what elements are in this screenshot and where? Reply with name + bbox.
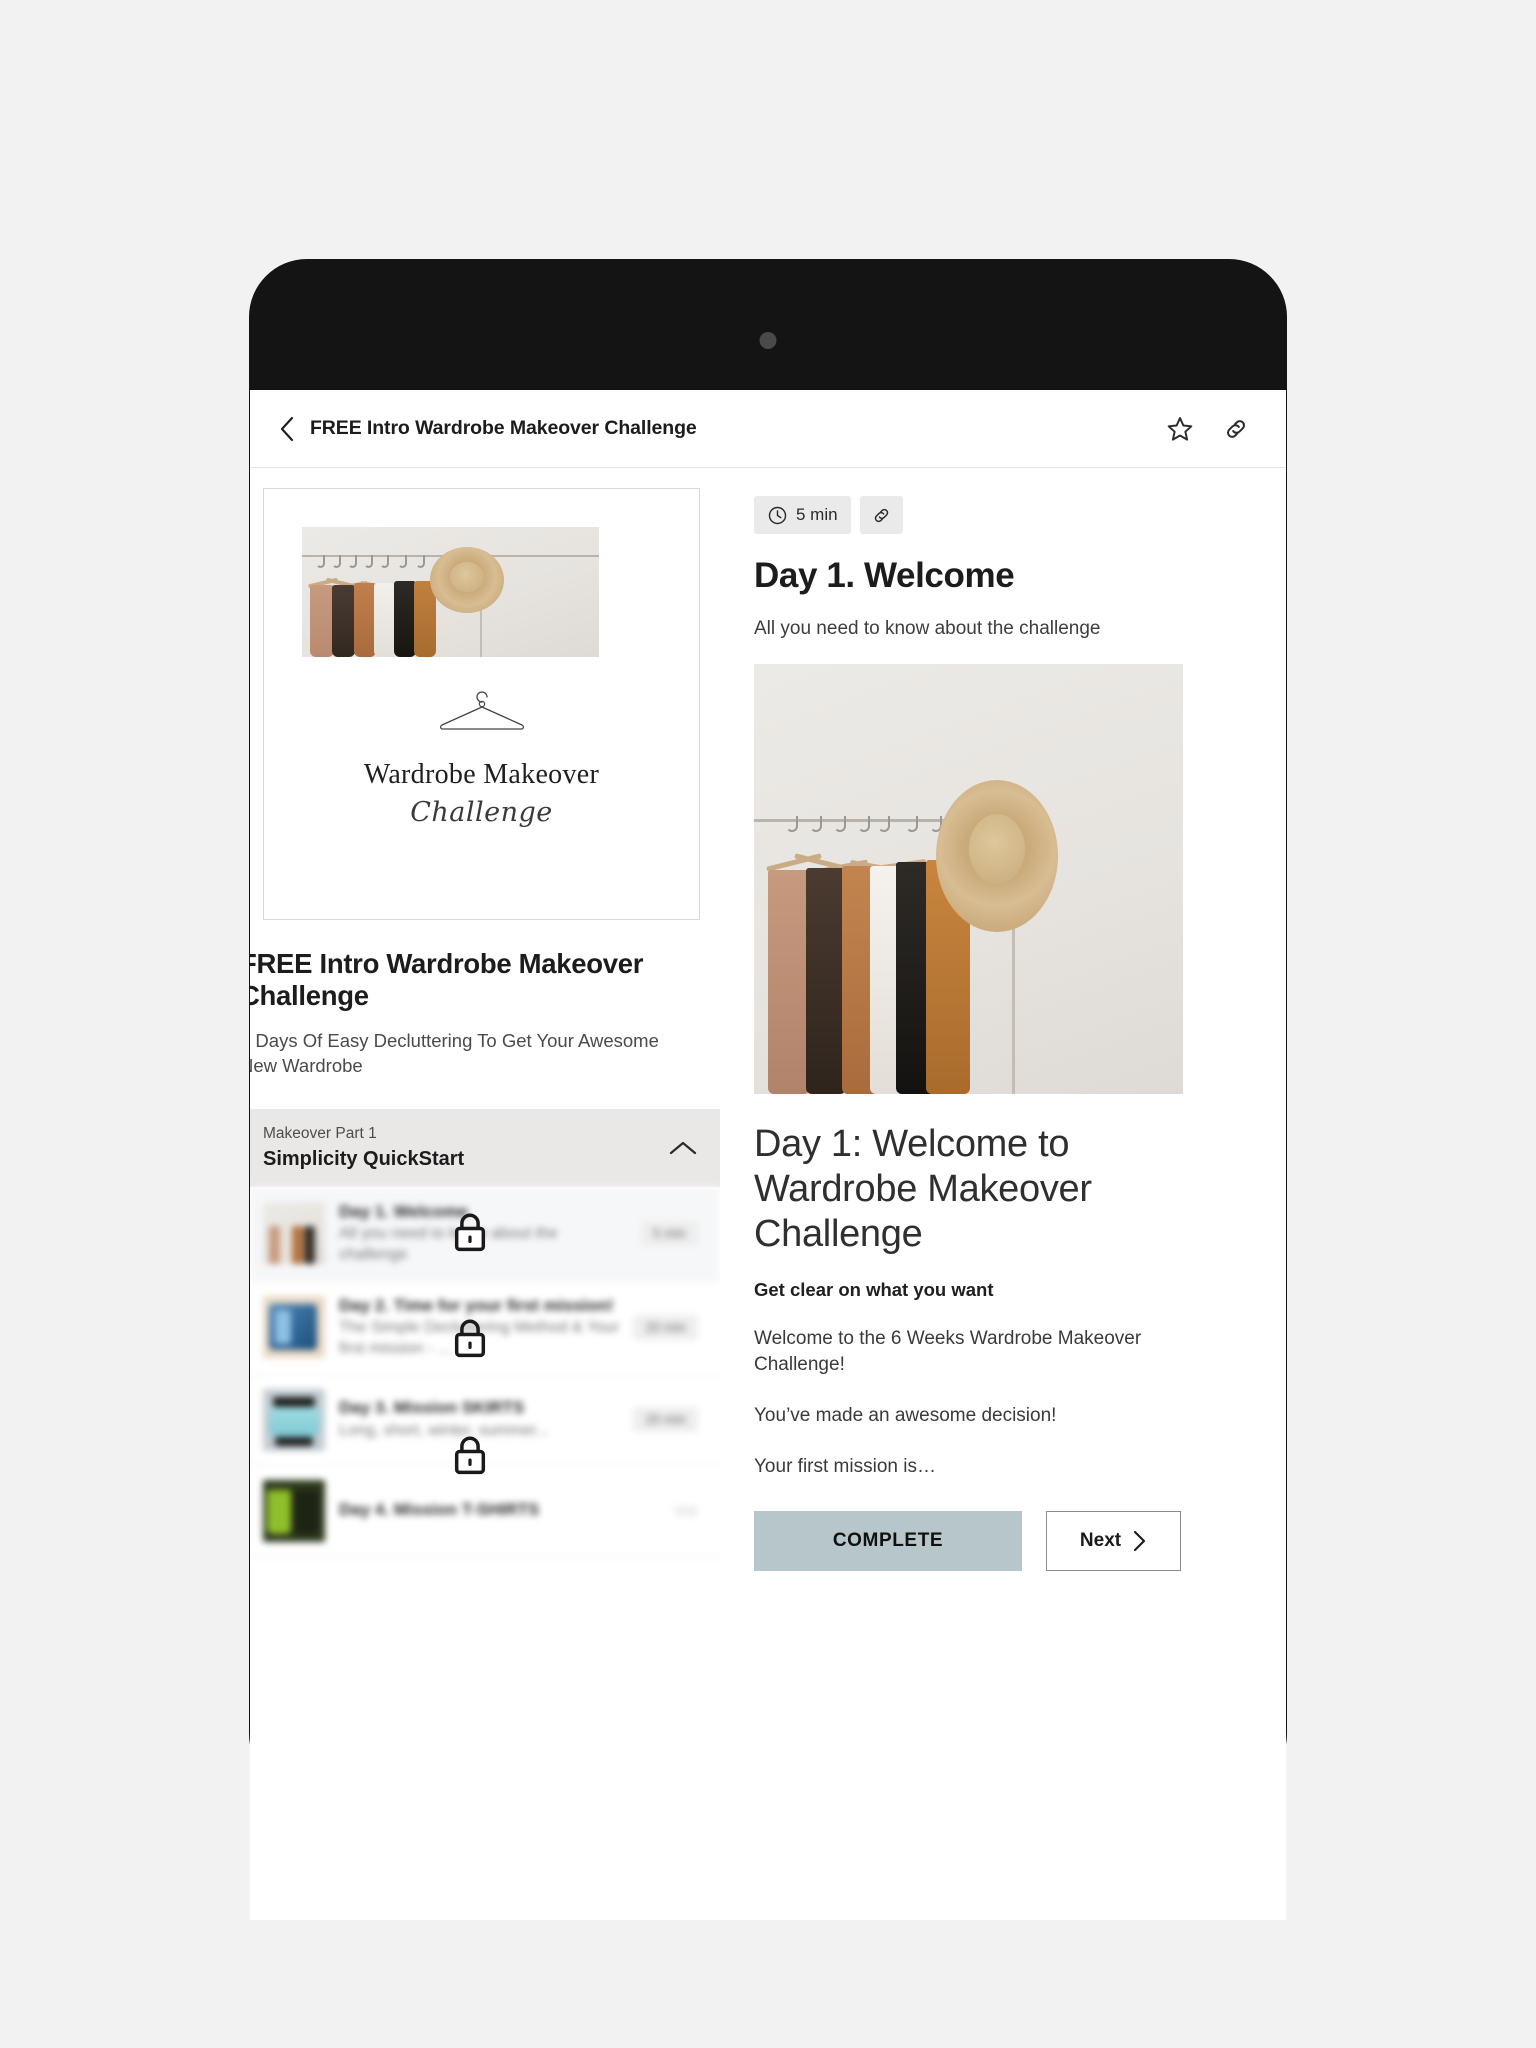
chevron-up-icon[interactable]: [668, 1139, 698, 1157]
lesson-action-row: COMPLETE Next: [754, 1510, 1236, 1571]
back-button[interactable]: [270, 412, 304, 446]
lesson-name: Day 2. Time for your first mission!: [339, 1295, 614, 1315]
tablet-device-frame: FREE Intro Wardrobe Makeover Challenge W…: [249, 259, 1287, 1920]
app-bar-actions: [1163, 412, 1253, 446]
link-icon: [874, 508, 888, 522]
lesson-detail-panel: 5 min Day 1. Welcome All you need to kno…: [720, 468, 1286, 1920]
lesson-description: All you need to know about the challenge: [339, 1225, 558, 1263]
section-name: Simplicity QuickStart: [263, 1147, 465, 1170]
screenshot-root: FREE Intro Wardrobe Makeover Challenge W…: [0, 0, 1536, 2048]
section-kicker: Makeover Part 1: [263, 1125, 377, 1143]
section-header-text: Makeover Part 1 Simplicity QuickStart: [263, 1125, 668, 1171]
lesson-duration-badge: [674, 1505, 698, 1516]
lesson-name: Day 1. Welcome: [339, 1201, 469, 1221]
chevron-right-icon: [1134, 1530, 1146, 1551]
complete-button[interactable]: COMPLETE: [754, 1510, 1022, 1571]
lesson-thumbnail: [263, 1296, 325, 1359]
app-top-bar: FREE Intro Wardrobe Makeover Challenge: [250, 390, 1286, 468]
lesson-text-block: Day 3. Mission SKIRTS Long, short, winte…: [339, 1397, 619, 1441]
next-button-label: Next: [1079, 1529, 1122, 1551]
page-title: FREE Intro Wardrobe Makeover Challenge: [310, 417, 697, 439]
cover-brand-line-2: Challenge: [410, 797, 553, 828]
course-title: FREE Intro Wardrobe Makeover Challenge: [250, 948, 644, 1012]
lesson-row[interactable]: Day 3. Mission SKIRTS Long, short, winte…: [250, 1375, 720, 1466]
tablet-screen: FREE Intro Wardrobe Makeover Challenge W…: [250, 390, 1286, 1920]
duration-chip: 5 min: [754, 496, 851, 534]
clock-icon: [768, 506, 787, 524]
course-subtitle: 6 Days Of Easy Decluttering To Get Your …: [250, 1029, 659, 1076]
lesson-duration-badge: 5 min: [640, 1220, 698, 1246]
lesson-description: The Simple Decluttering Method & Your fi…: [339, 1318, 620, 1357]
lesson-description: Long, short, winter, summer...: [339, 1421, 549, 1439]
next-button[interactable]: Next: [1046, 1510, 1181, 1571]
lesson-text-block: Day 1. Welcome All you need to know abou…: [339, 1201, 627, 1266]
lesson-meta-row: 5 min: [754, 496, 1236, 534]
lesson-text-block: Day 4. Mission T-SHIRTS: [339, 1499, 660, 1522]
duration-chip-label: 5 min: [796, 505, 838, 524]
cover-brand-block: Wardrobe Makeover Challenge: [264, 689, 699, 828]
link-icon: [1226, 419, 1246, 438]
lesson-list[interactable]: Day 1. Welcome All you need to know abou…: [250, 1186, 720, 1557]
lesson-name: Day 3. Mission SKIRTS: [339, 1398, 525, 1418]
cover-brand-line-1: Wardrobe Makeover: [363, 759, 600, 790]
cover-rack-photo: [302, 527, 599, 657]
chevron-left-icon: [280, 416, 294, 441]
lesson-duration-badge: 20 min: [633, 1407, 698, 1432]
front-camera: [759, 332, 777, 349]
star-icon: [1167, 416, 1193, 441]
section-header-simplicity-quickstart[interactable]: Makeover Part 1 Simplicity QuickStart: [250, 1108, 720, 1187]
content-paragraph: You’ve made an awesome decision!: [754, 1405, 1057, 1427]
lesson-thumbnail: [263, 1479, 325, 1542]
lesson-thumbnail: [263, 1202, 325, 1265]
lesson-hero-image: [754, 664, 1183, 1095]
lesson-row[interactable]: Day 2. Time for your first mission! The …: [250, 1281, 720, 1375]
content-paragraph: Your first mission is…: [754, 1456, 936, 1478]
share-link-button[interactable]: [1219, 412, 1253, 446]
lesson-row[interactable]: Day 1. Welcome All you need to know abou…: [250, 1186, 720, 1281]
favorite-button[interactable]: [1163, 412, 1197, 446]
content-heading: Day 1: Welcome to Wardrobe Makeover Chal…: [754, 1123, 1092, 1255]
lesson-title: Day 1. Welcome: [754, 556, 1015, 595]
lesson-row[interactable]: Day 4. Mission T-SHIRTS: [250, 1466, 720, 1557]
content-area: Wardrobe Makeover Challenge FREE Intro W…: [250, 468, 1286, 1920]
copy-link-chip[interactable]: [859, 496, 903, 534]
lesson-name: Day 4. Mission T-SHIRTS: [339, 1499, 540, 1519]
lesson-text-block: Day 2. Time for your first mission! The …: [339, 1295, 619, 1360]
lesson-thumbnail: [263, 1388, 325, 1451]
course-sidebar[interactable]: Wardrobe Makeover Challenge FREE Intro W…: [250, 468, 720, 1920]
lesson-duration-badge: 20 min: [633, 1314, 698, 1340]
content-lead: Get clear on what you want: [754, 1278, 994, 1300]
lesson-subtitle: All you need to know about the challenge: [754, 618, 1101, 640]
clothes-hanger-icon: [439, 691, 524, 730]
content-paragraph: Welcome to the 6 Weeks Wardrobe Makeover…: [754, 1327, 1142, 1375]
course-cover-card: Wardrobe Makeover Challenge: [263, 488, 700, 920]
